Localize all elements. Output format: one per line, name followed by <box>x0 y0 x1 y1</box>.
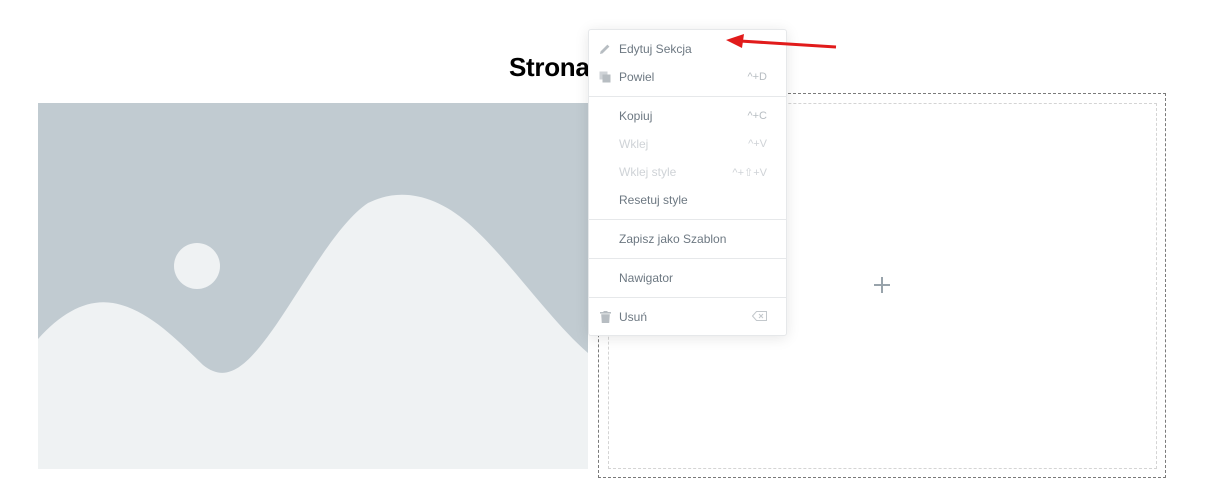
menu-divider <box>589 219 786 220</box>
menu-item-shortcut: ^+D <box>747 71 767 83</box>
menu-item-label: Usuń <box>619 310 648 324</box>
image-placeholder[interactable] <box>38 103 588 469</box>
menu-item-paste-style[interactable]: Wklej style ^+⇧+V <box>589 158 786 186</box>
trash-icon <box>599 310 611 324</box>
menu-item-save-as-template[interactable]: Zapisz jako Szablon <box>589 225 786 253</box>
copy-icon <box>599 70 611 84</box>
menu-divider <box>589 297 786 298</box>
menu-item-delete[interactable]: Usuń <box>589 303 786 331</box>
menu-item-label: Nawigator <box>619 271 674 285</box>
pencil-icon <box>599 42 611 56</box>
menu-item-shortcut: ^+V <box>748 138 767 150</box>
menu-item-reset-style[interactable]: Resetuj style <box>589 186 786 214</box>
red-arrow-annotation <box>726 34 837 49</box>
editor-canvas: Strona Edytuj Sekcja Powiel ^+D Kopiuj ^… <box>0 0 1208 500</box>
menu-item-label: Edytuj Sekcja <box>619 42 692 56</box>
context-menu: Edytuj Sekcja Powiel ^+D Kopiuj ^+C Wkle… <box>588 29 787 336</box>
menu-item-label: Wklej <box>619 137 649 151</box>
menu-item-copy[interactable]: Kopiuj ^+C <box>589 102 786 130</box>
menu-item-label: Zapisz jako Szablon <box>619 232 727 246</box>
add-element-button[interactable] <box>871 274 893 296</box>
page-title: Strona <box>509 52 590 82</box>
mountain-landscape-icon <box>38 103 588 469</box>
menu-item-label: Wklej style <box>619 165 677 179</box>
menu-divider <box>589 96 786 97</box>
menu-item-shortcut: ^+C <box>747 110 767 122</box>
menu-item-label: Resetuj style <box>619 193 688 207</box>
menu-divider <box>589 258 786 259</box>
menu-item-duplicate[interactable]: Powiel ^+D <box>589 63 786 91</box>
delete-key-icon <box>751 310 767 324</box>
menu-item-label: Powiel <box>619 70 655 84</box>
menu-item-paste[interactable]: Wklej ^+V <box>589 130 786 158</box>
menu-item-shortcut: ^+⇧+V <box>732 166 767 179</box>
plus-icon <box>874 277 890 293</box>
menu-item-label: Kopiuj <box>619 109 653 123</box>
menu-item-navigator[interactable]: Nawigator <box>589 264 786 292</box>
